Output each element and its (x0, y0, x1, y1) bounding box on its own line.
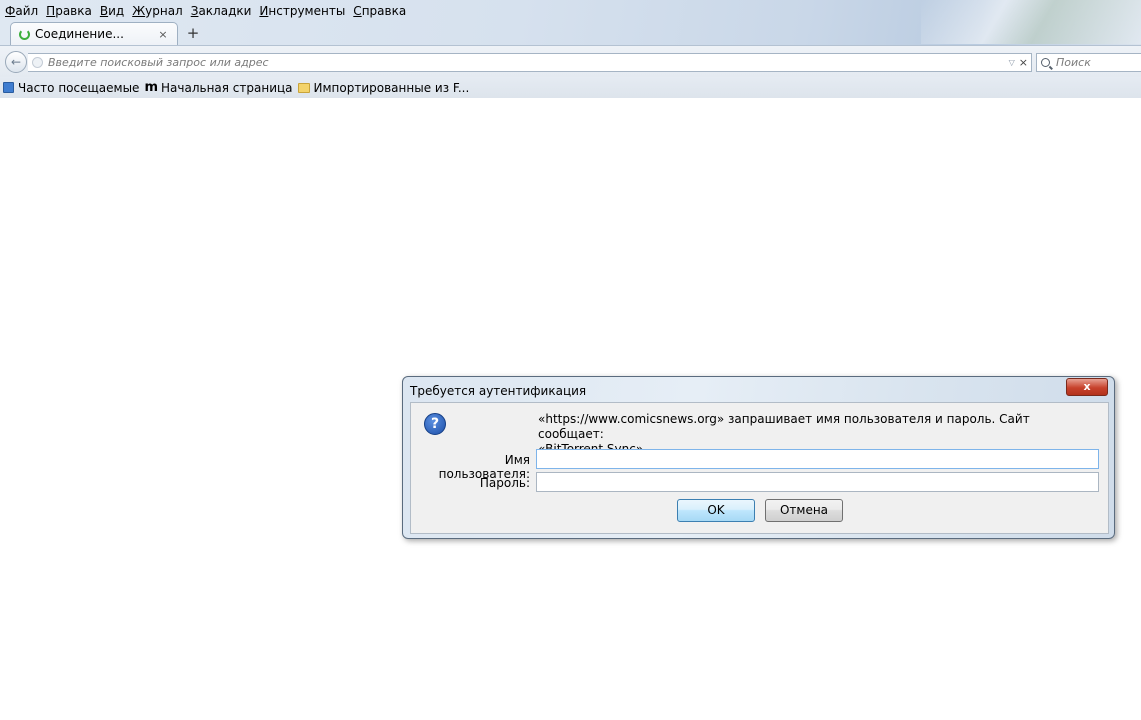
dialog-body: ? «https://www.comicsnews.org» запрашива… (410, 402, 1109, 534)
loading-throbber-icon (19, 28, 30, 40)
menu-edit[interactable]: Правка (46, 1, 92, 21)
search-input[interactable] (1056, 54, 1136, 71)
menu-bar: Файл Правка Вид Журнал Закладки Инструме… (0, 0, 414, 21)
bookmark-label: Импортированные из F... (313, 80, 470, 95)
bookmark-label: Часто посещаемые (18, 80, 140, 95)
question-icon: ? (424, 413, 446, 435)
most-visited-icon (3, 82, 14, 93)
menu-view[interactable]: Вид (100, 1, 124, 21)
password-field[interactable] (536, 472, 1099, 492)
auth-message-line-1: «https://www.comicsnews.org» запрашивает… (538, 412, 1030, 441)
cancel-button[interactable]: Отмена (765, 499, 843, 522)
menu-file[interactable]: Файл (5, 1, 38, 21)
site-identity-icon[interactable] (32, 57, 43, 68)
address-bar: ▽ × (28, 53, 1032, 72)
navigation-bar: ← ▽ × (0, 45, 1141, 77)
back-button[interactable]: ← (5, 51, 27, 73)
bookmark-home-page[interactable]: m Начальная страница (144, 80, 292, 95)
new-tab-button[interactable]: + (185, 24, 201, 42)
m-logo-icon: m (144, 80, 158, 95)
password-label: Пароль: (479, 476, 530, 490)
tab-strip: Соединение... × + (0, 22, 1141, 45)
ok-button[interactable]: OK (677, 499, 755, 522)
bookmarks-toolbar: Часто посещаемые m Начальная страница Им… (0, 77, 1141, 98)
search-icon[interactable] (1041, 58, 1050, 67)
stop-icon[interactable]: × (1019, 56, 1028, 69)
authentication-dialog: Требуется аутентификация x ? «https://ww… (402, 376, 1115, 539)
menu-history[interactable]: Журнал (132, 1, 183, 21)
tab-connecting[interactable]: Соединение... × (10, 22, 178, 45)
url-input[interactable] (48, 54, 1009, 71)
search-bar (1036, 53, 1141, 72)
tab-close-icon[interactable]: × (155, 28, 171, 41)
tab-title: Соединение... (35, 27, 124, 41)
bookmark-most-visited[interactable]: Часто посещаемые (3, 81, 139, 95)
folder-icon (297, 82, 310, 93)
bookmark-imported-folder[interactable]: Импортированные из F... (297, 80, 470, 95)
dialog-close-button[interactable]: x (1066, 378, 1108, 396)
menu-tools[interactable]: Инструменты (259, 1, 345, 21)
username-field[interactable] (536, 449, 1099, 469)
back-arrow-icon: ← (10, 55, 22, 69)
bookmark-label: Начальная страница (161, 80, 293, 95)
dialog-title: Требуется аутентификация (410, 384, 587, 398)
url-history-dropdown-icon[interactable]: ▽ (1009, 58, 1015, 67)
menu-help[interactable]: Справка (353, 1, 406, 21)
menu-bookmarks[interactable]: Закладки (191, 1, 252, 21)
browser-chrome: Файл Правка Вид Журнал Закладки Инструме… (0, 0, 1141, 98)
